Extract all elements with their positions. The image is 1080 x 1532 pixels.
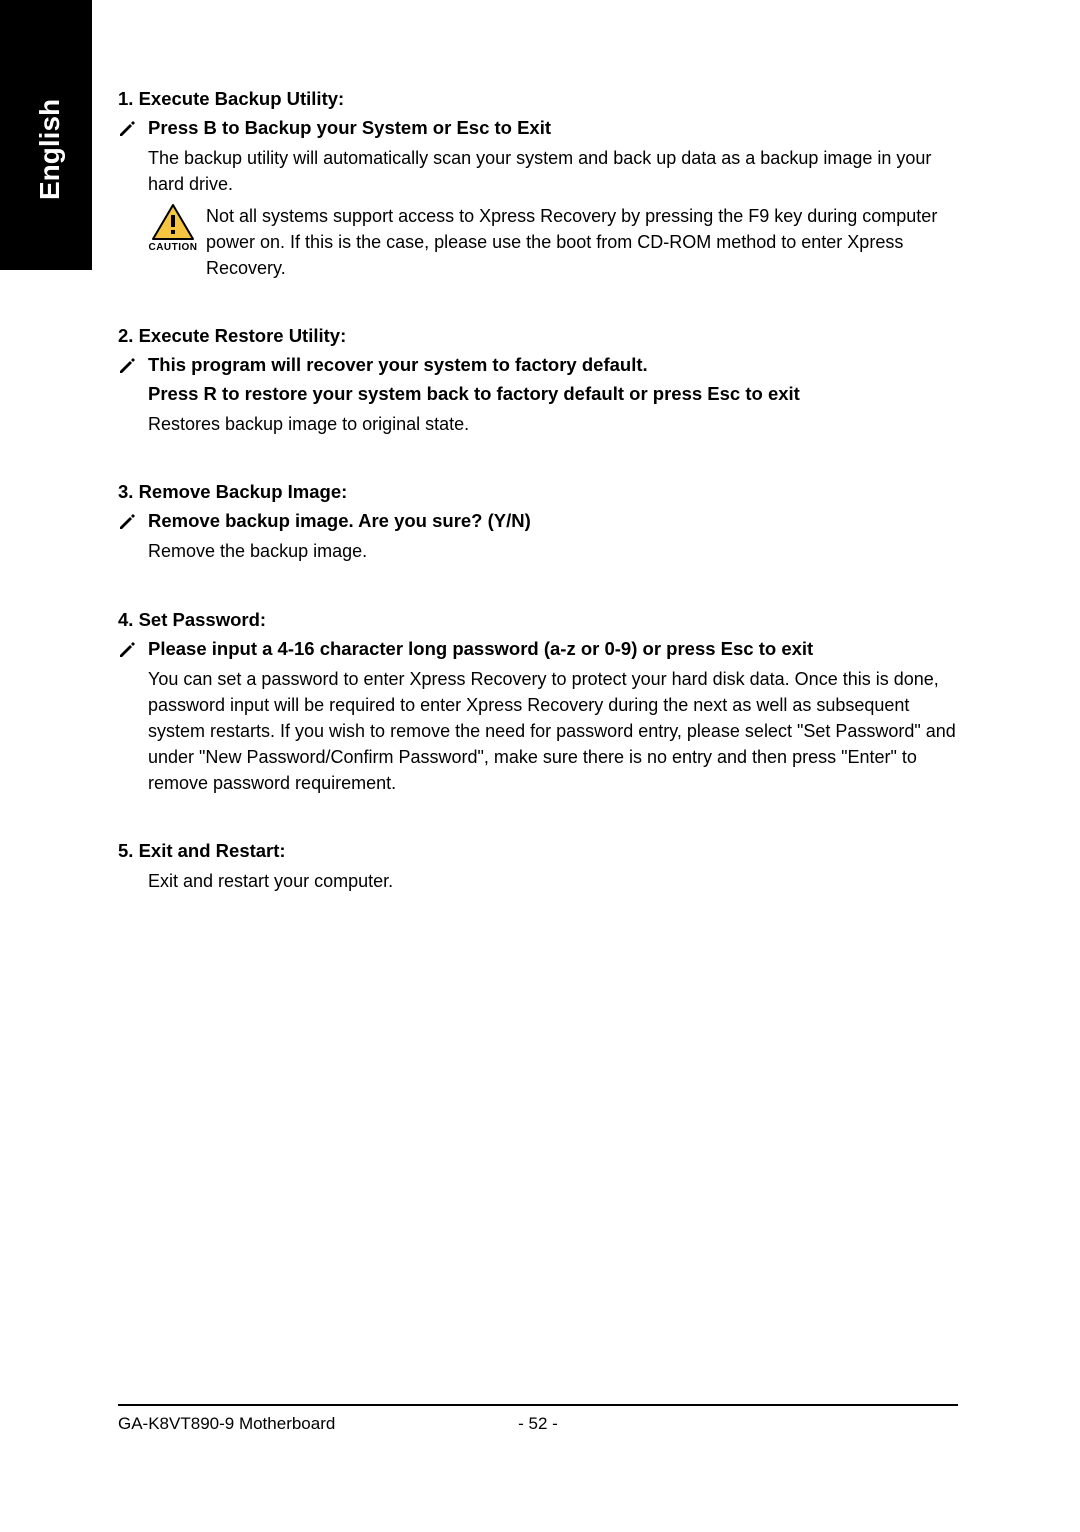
footer-right-spacer (578, 1414, 958, 1434)
caution-text: Not all systems support access to Xpress… (206, 203, 958, 281)
section-4-subbold-0: Please input a 4-16 character long passw… (148, 637, 958, 662)
section-4-sub-content: Please input a 4-16 character long passw… (148, 637, 958, 796)
section-3-heading: 3. Remove Backup Image: (118, 481, 958, 503)
section-2-subbold-1: Press R to restore your system back to f… (148, 382, 958, 407)
section-2-subbold-0: This program will recover your system to… (148, 353, 958, 378)
section-2-heading: 2. Execute Restore Utility: (118, 325, 958, 347)
section-1-sub: Press B to Backup your System or Esc to … (118, 116, 958, 281)
section-4-heading: 4. Set Password: (118, 609, 958, 631)
pencil-icon (118, 355, 142, 375)
section-4-sub: Please input a 4-16 character long passw… (118, 637, 958, 796)
section-2-sub-content: This program will recover your system to… (148, 353, 958, 437)
pencil-icon (118, 639, 142, 659)
footer-product-name: GA-K8VT890-9 Motherboard (118, 1414, 498, 1434)
section-1-body: The backup utility will automatically sc… (148, 145, 958, 197)
pencil-icon (118, 511, 142, 531)
language-tab: English (0, 0, 92, 270)
section-2-body: Restores backup image to original state. (148, 411, 958, 437)
section-2-sub: This program will recover your system to… (118, 353, 958, 437)
section-1-heading: 1. Execute Backup Utility: (118, 88, 958, 110)
footer-rule (118, 1404, 958, 1406)
section-3-sub-content: Remove backup image. Are you sure? (Y/N)… (148, 509, 958, 564)
section-1-subbold-0: Press B to Backup your System or Esc to … (148, 116, 958, 141)
language-tab-label: English (34, 99, 66, 200)
footer-row: GA-K8VT890-9 Motherboard - 52 - (118, 1414, 958, 1434)
page-content: 1. Execute Backup Utility: Press B to Ba… (118, 88, 958, 894)
pencil-icon (118, 118, 142, 138)
section-5-body: Exit and restart your computer. (148, 868, 958, 894)
section-5-heading: 5. Exit and Restart: (118, 840, 958, 862)
section-3-subbold-0: Remove backup image. Are you sure? (Y/N) (148, 509, 958, 534)
footer-page-number: - 52 - (498, 1414, 578, 1434)
page-footer: GA-K8VT890-9 Motherboard - 52 - (118, 1404, 958, 1434)
section-3-sub: Remove backup image. Are you sure? (Y/N)… (118, 509, 958, 564)
caution-label: CAUTION (148, 242, 198, 253)
caution-block: CAUTION Not all systems support access t… (148, 203, 958, 281)
section-3-body: Remove the backup image. (148, 538, 958, 564)
section-1-sub-content: Press B to Backup your System or Esc to … (148, 116, 958, 281)
section-4-body: You can set a password to enter Xpress R… (148, 666, 958, 796)
caution-icon: CAUTION (148, 203, 198, 253)
